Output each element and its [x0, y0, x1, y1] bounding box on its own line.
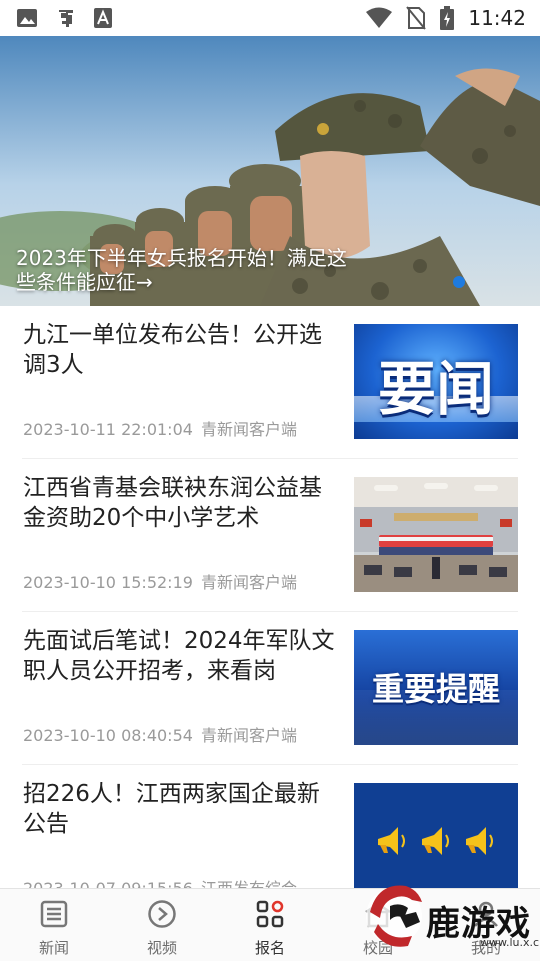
- news-item[interactable]: 江西省青基会联袂东润公益基金资助20个中小学艺术 2023-10-10 15:5…: [22, 459, 518, 612]
- carousel-indicator-dot: [453, 276, 465, 288]
- banner-carousel[interactable]: 2023年下半年女兵报名开始！满足这些条件能应征→: [0, 36, 540, 306]
- thumbnail-text: 重要提醒: [371, 670, 500, 708]
- nav-label: 新闻: [38, 939, 69, 957]
- news-title[interactable]: 九江一单位发布公告！公开选调3人: [23, 320, 341, 380]
- news-thumbnail[interactable]: [354, 477, 518, 592]
- clock-time: 11:42: [468, 6, 526, 30]
- wifi-icon: [366, 7, 393, 29]
- battery-charging-icon: [440, 6, 455, 30]
- news-meta: 2023-10-07 09:15:56 江西发布综合: [23, 875, 297, 888]
- news-datetime: 2023-10-10 08:40:54: [23, 726, 193, 745]
- nav-label: 视频: [146, 939, 177, 957]
- play-circle-icon: [147, 899, 177, 933]
- font-icon: [94, 8, 112, 28]
- nav-tab-video[interactable]: 视频: [108, 889, 216, 961]
- news-datetime: 2023-10-11 22:01:04: [23, 420, 193, 439]
- news-title[interactable]: 先面试后笔试！2024年军队文职人员公开招考，来看岗: [23, 626, 341, 686]
- news-title[interactable]: 招226人！江西两家国企最新公告: [23, 779, 341, 839]
- newspaper-icon: [39, 899, 69, 933]
- auditorium-photo: [354, 477, 518, 592]
- banner-caption[interactable]: 2023年下半年女兵报名开始！满足这些条件能应征→: [16, 246, 356, 294]
- news-datetime: 2023-10-07 09:15:56: [23, 879, 193, 888]
- nav-tab-news[interactable]: 新闻: [0, 889, 108, 961]
- no-sim-icon: [406, 6, 427, 30]
- news-source: 江西发布综合: [201, 879, 297, 888]
- news-source: 青新闻客户端: [200, 573, 297, 592]
- news-title[interactable]: 江西省青基会联袂东润公益基金资助20个中小学艺术: [23, 473, 341, 533]
- nav-tab-register[interactable]: 报名: [216, 889, 324, 961]
- news-meta: 2023-10-10 08:40:54 青新闻客户端: [23, 722, 297, 746]
- grid-icon: [255, 899, 285, 933]
- news-thumbnail[interactable]: 重要提醒: [354, 630, 518, 745]
- deer-logo-icon: [366, 885, 422, 947]
- bug-icon: [54, 6, 78, 30]
- news-meta: 2023-10-11 22:01:04 青新闻客户端: [23, 416, 297, 440]
- nav-label: 报名: [254, 939, 285, 957]
- image-icon: [16, 7, 38, 29]
- thumbnail-text: 要闻: [377, 355, 494, 423]
- status-bar-system: 11:42: [366, 6, 526, 30]
- news-source: 青新闻客户端: [200, 726, 297, 745]
- news-item[interactable]: 九江一单位发布公告！公开选调3人 2023-10-11 22:01:04 青新闻客…: [22, 306, 518, 459]
- news-thumbnail[interactable]: 要闻: [354, 324, 518, 439]
- status-bar-notifications: [16, 6, 112, 30]
- news-source: 青新闻客户端: [200, 420, 297, 439]
- news-list: 九江一单位发布公告！公开选调3人 2023-10-11 22:01:04 青新闻客…: [0, 306, 540, 888]
- news-item[interactable]: 先面试后笔试！2024年军队文职人员公开招考，来看岗 2023-10-10 08…: [22, 612, 518, 765]
- news-datetime: 2023-10-10 15:52:19: [23, 573, 193, 592]
- news-meta: 2023-10-10 15:52:19 青新闻客户端: [23, 569, 297, 593]
- watermark-url: www.lu.x.cn: [480, 936, 540, 949]
- watermark: 鹿游戏 www.lu.x.cn: [358, 866, 540, 960]
- status-bar: 11:42: [0, 0, 540, 36]
